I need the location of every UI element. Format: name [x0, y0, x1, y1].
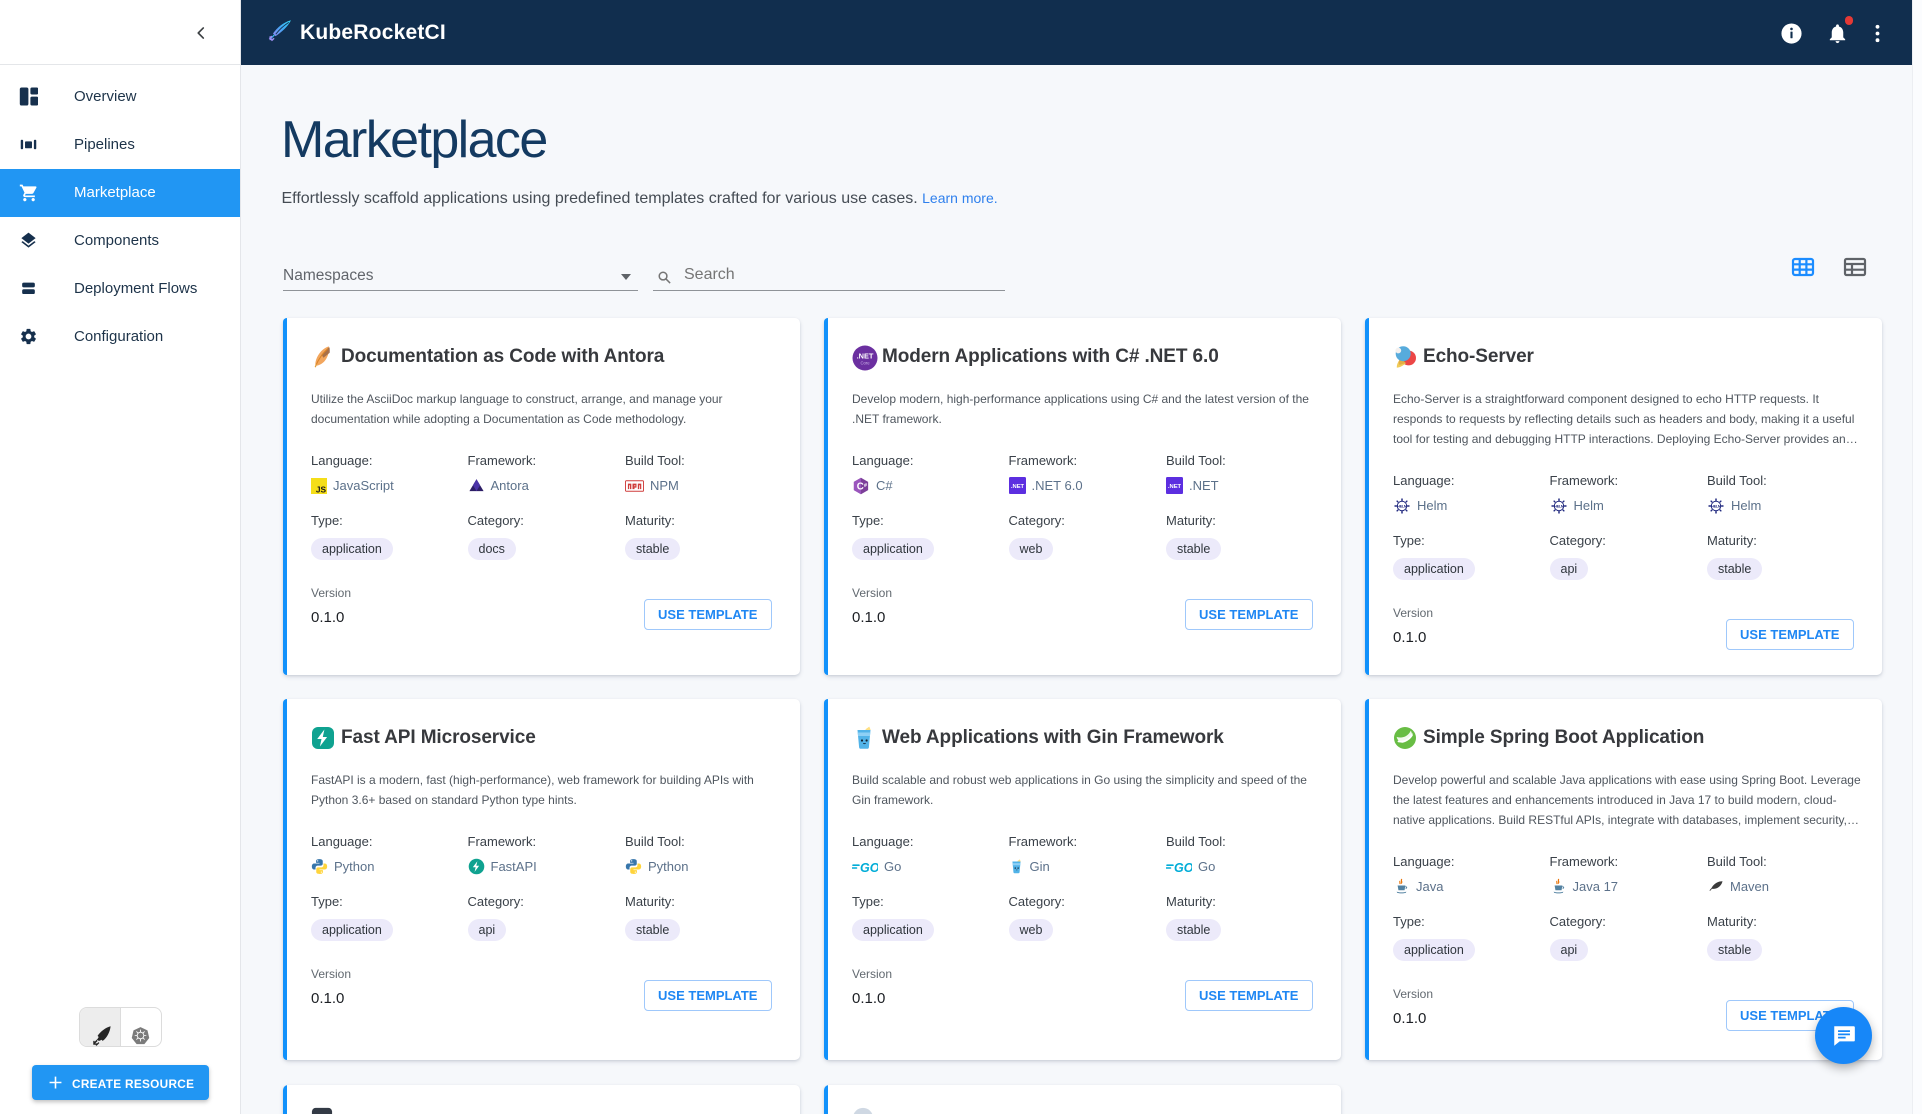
svg-text:HELM: HELM [1711, 504, 1721, 508]
svg-text:JS: JS [316, 484, 327, 494]
svg-text:GO: GO [1174, 860, 1192, 873]
svg-text:HELM: HELM [1397, 504, 1407, 508]
svg-text:C: C [857, 481, 864, 492]
svg-text:#: # [864, 483, 867, 489]
svg-text:.NET: .NET [856, 351, 873, 360]
svg-text:Core: Core [860, 360, 870, 365]
svg-text:HELM: HELM [1554, 504, 1564, 508]
svg-text:.NET: .NET [1010, 484, 1024, 490]
svg-text:GO: GO [860, 860, 878, 873]
svg-text:.NET: .NET [1168, 484, 1182, 490]
